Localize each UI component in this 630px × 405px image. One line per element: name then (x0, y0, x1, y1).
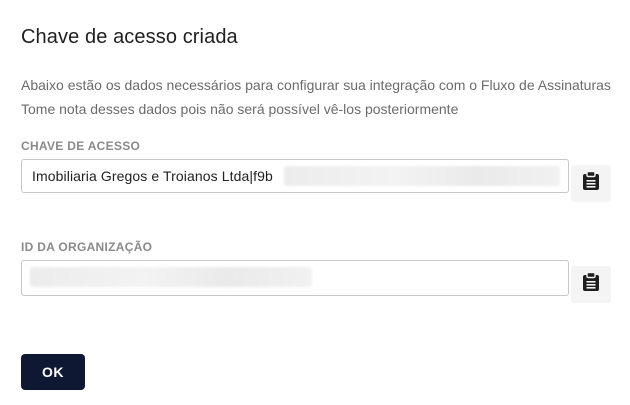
copy-access-key-button[interactable] (571, 165, 611, 202)
dialog-title: Chave de acesso criada (21, 26, 238, 48)
access-key-label: CHAVE DE ACESSO (21, 139, 141, 153)
access-key-redacted (284, 166, 560, 186)
description-line-1: Abaixo estão os dados necessários para c… (21, 77, 611, 93)
access-key-field[interactable]: Imobiliaria Gregos e Troianos Ltda|f9b (21, 159, 569, 193)
clipboard-icon (582, 170, 600, 196)
access-key-dialog: Chave de acesso criada Abaixo estão os d… (0, 0, 630, 405)
organization-id-field[interactable] (21, 260, 569, 296)
clipboard-icon (582, 271, 600, 297)
description-line-2: Tome nota desses dados pois não será pos… (21, 101, 459, 117)
copy-organization-id-button[interactable] (571, 266, 611, 303)
organization-id-redacted (30, 267, 312, 287)
organization-id-label: ID DA ORGANIZAÇÃO (21, 240, 153, 254)
access-key-value: Imobiliaria Gregos e Troianos Ltda|f9b (32, 168, 273, 184)
ok-button[interactable]: OK (21, 354, 85, 390)
